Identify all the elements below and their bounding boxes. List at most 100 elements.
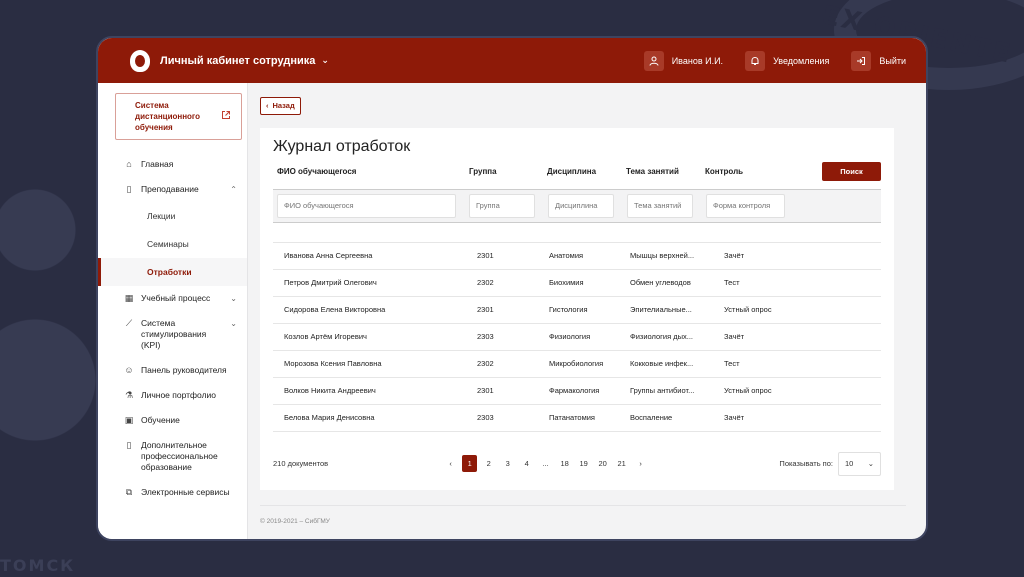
cell-topic: Воспаление	[630, 413, 673, 422]
table-row[interactable]: Морозова Ксения Павловна 2302 Микробиоло…	[273, 351, 881, 378]
sidebar-item-label: Панель руководителя	[141, 365, 227, 375]
pagination: ‹ 1 2 3 4 ... 18 19 20 21 ›	[443, 455, 648, 472]
sidebar-item-portfolio[interactable]: ⚗ Личное портфолио	[98, 383, 247, 408]
page-4[interactable]: 4	[519, 455, 534, 472]
table-row[interactable]: Иванова Анна Сергеевна 2301 Анатомия Мыш…	[273, 243, 881, 270]
sidebar-item-academic-process[interactable]: ▦ Учебный процесс ⌄	[98, 286, 247, 311]
book-icon: ▯	[126, 440, 132, 450]
background-city: ТОМСК	[0, 556, 76, 575]
sidebar-subitem-makeup[interactable]: Отработки	[98, 258, 247, 286]
cell-name: Козлов Артём Игоревич	[284, 332, 367, 341]
total-count: 210 документов	[273, 459, 329, 468]
sidebar-item-label: Личное портфолио	[141, 390, 216, 400]
page-ellipsis: ...	[542, 459, 549, 468]
user-icon	[643, 50, 664, 71]
user-menu[interactable]: Иванов И.И.	[643, 50, 724, 71]
per-page-select[interactable]: 10 ⌄	[838, 451, 881, 476]
sidebar-item-additional-education[interactable]: ▯ Дополнительное профессиональное образо…	[98, 433, 247, 480]
sidebar-item-manager-panel[interactable]: ☺ Панель руководителя	[98, 358, 247, 383]
promo-label: Система дистанционного обучения	[135, 101, 201, 132]
table-row[interactable]: Петров Дмитрий Олегович 2302 Биохимия Об…	[273, 270, 881, 297]
filter-header: ФИО обучающегося Группа Дисциплина Тема …	[273, 161, 881, 181]
chevron-down-icon: ⌄	[230, 294, 237, 303]
column-header-discipline: Дисциплина	[547, 166, 597, 176]
cell-group: 2302	[477, 359, 494, 368]
back-button[interactable]: ‹ Назад	[260, 96, 301, 115]
app-title-dropdown[interactable]: Личный кабинет сотрудника ⌄	[160, 55, 329, 67]
top-bar: Личный кабинет сотрудника ⌄ Иванов И.И. …	[98, 38, 926, 83]
emblem-left	[0, 80, 110, 577]
sidebar-item-home[interactable]: ⌂ Главная	[98, 152, 247, 177]
table-footer: 210 документов ‹ 1 2 3 4 ... 18 19 20 21…	[273, 451, 881, 476]
sidebar-item-label: Система стимулирования (KPI)	[141, 318, 207, 350]
cell-topic: Группы антибиот...	[630, 386, 695, 395]
topic-filter-input[interactable]	[627, 193, 693, 218]
cell-discipline: Биохимия	[549, 278, 584, 287]
table-row[interactable]: Белова Мария Денисовна 2303 Патанатомия …	[273, 405, 881, 432]
cell-control: Зачёт	[724, 413, 745, 422]
cell-name: Петров Дмитрий Олегович	[284, 278, 377, 287]
cell-control: Устный опрос	[724, 386, 772, 395]
cell-group: 2303	[477, 413, 494, 422]
table-row[interactable]: Волков Никита Андреевич 2301 Фармакологи…	[273, 378, 881, 405]
page-20[interactable]: 20	[595, 455, 610, 472]
sidebar-item-label: Электронные сервисы	[141, 487, 230, 497]
distance-learning-link[interactable]: Система дистанционного обучения	[115, 93, 242, 140]
chevron-left-icon: ‹	[266, 101, 269, 110]
per-page-control: Показывать по: 10 ⌄	[779, 451, 881, 476]
cell-control: Зачёт	[724, 251, 745, 260]
page-19[interactable]: 19	[576, 455, 591, 472]
cell-discipline: Гистология	[549, 305, 588, 314]
sidebar-item-education[interactable]: ▣ Обучение	[98, 408, 247, 433]
user-name: Иванов И.И.	[671, 55, 724, 66]
sidebar-subitem-seminars[interactable]: Семинары	[98, 230, 247, 258]
page-18[interactable]: 18	[557, 455, 572, 472]
notifications-button[interactable]: Уведомления	[745, 50, 830, 71]
external-link-icon	[221, 110, 231, 123]
prev-page-icon[interactable]: ‹	[443, 455, 458, 472]
logout-button[interactable]: Выйти	[851, 50, 906, 71]
column-header-group: Группа	[469, 166, 497, 176]
page-21[interactable]: 21	[614, 455, 629, 472]
sidebar-subitem-lectures[interactable]: Лекции	[98, 202, 247, 230]
sidebar-item-teaching[interactable]: ▯ Преподавание ⌃	[98, 177, 247, 202]
notifications-label: Уведомления	[773, 55, 830, 66]
cell-group: 2301	[477, 251, 494, 260]
column-header-topic: Тема занятий	[626, 166, 679, 176]
chevron-up-icon: ⌃	[230, 185, 237, 194]
page-2[interactable]: 2	[481, 455, 496, 472]
back-label: Назад	[272, 101, 295, 110]
app-window: Личный кабинет сотрудника ⌄ Иванов И.И. …	[96, 36, 928, 541]
bell-icon	[745, 50, 766, 71]
control-filter-input[interactable]	[706, 193, 785, 218]
sidebar-item-label: Главная	[141, 159, 174, 169]
briefcase-icon: ▣	[124, 415, 134, 425]
search-button[interactable]: Поиск	[822, 161, 881, 181]
table-row[interactable]: Сидорова Елена Викторовна 2301 Гистологи…	[273, 297, 881, 324]
cell-name: Иванова Анна Сергеевна	[284, 251, 373, 260]
column-header-name: ФИО обучающегося	[277, 166, 357, 176]
sidebar-item-kpi[interactable]: ⟋ Система стимулирования (KPI) ⌄	[98, 311, 247, 358]
table-row[interactable]: Козлов Артём Игоревич 2303 Физиология Фи…	[273, 324, 881, 351]
cell-topic: Эпителиальные...	[630, 305, 692, 314]
filter-row	[273, 188, 881, 223]
cell-topic: Мышцы верхней...	[630, 251, 695, 260]
page-1[interactable]: 1	[462, 455, 478, 472]
top-actions: Иванов И.И. Уведомления Выйти	[643, 50, 906, 71]
sidebar-item-label: Дополнительное профессиональное образова…	[141, 440, 218, 472]
cell-control: Тест	[724, 278, 740, 287]
sidebar-item-e-services[interactable]: ⧉ Электронные сервисы	[98, 480, 247, 505]
cell-control: Зачёт	[724, 332, 745, 341]
group-filter-input[interactable]	[469, 193, 535, 218]
cell-discipline: Микробиология	[549, 359, 604, 368]
body-area: Система дистанционного обучения ⌂ Главна…	[98, 83, 926, 539]
services-icon: ⧉	[125, 487, 133, 497]
next-page-icon[interactable]: ›	[633, 455, 648, 472]
copyright: © 2019-2021 – СибГМУ	[260, 505, 906, 525]
page-3[interactable]: 3	[500, 455, 515, 472]
sidebar-item-label: Преподавание	[141, 184, 199, 194]
name-filter-input[interactable]	[277, 193, 456, 218]
per-page-label: Показывать по:	[779, 459, 833, 468]
cell-control: Устный опрос	[724, 305, 772, 314]
discipline-filter-input[interactable]	[548, 193, 614, 218]
